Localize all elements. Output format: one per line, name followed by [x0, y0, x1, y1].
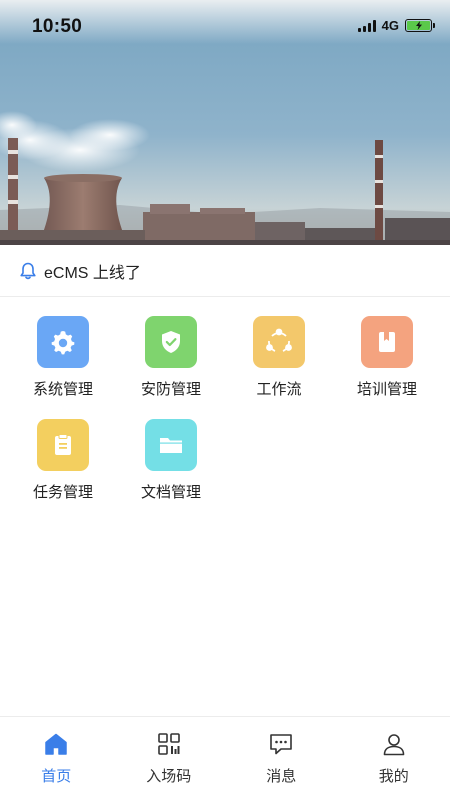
tab-label: 入场码	[146, 768, 192, 785]
signal-strength-icon	[357, 19, 376, 32]
module-label: 任务管理	[32, 484, 93, 501]
module-security-management[interactable]: 安防管理	[117, 316, 225, 399]
module-task-management[interactable]: 任务管理	[9, 419, 117, 502]
tab-entry-code[interactable]: 入场码	[113, 717, 226, 800]
module-label: 文档管理	[140, 484, 201, 501]
tab-label: 我的	[378, 768, 409, 785]
bell-icon	[18, 261, 38, 281]
qr-code-icon	[156, 731, 182, 757]
tab-profile[interactable]: 我的	[338, 717, 450, 800]
network-type: 4G	[381, 18, 399, 33]
module-grid: 系统管理 安防管理 工作流 培训管理 任务管理 文档管理	[0, 316, 450, 502]
module-label: 系统管理	[32, 381, 93, 398]
announcement-bar[interactable]: eCMS 上线了	[0, 245, 450, 297]
status-indicators: 4G	[357, 18, 435, 33]
status-bar: 10:50 4G	[0, 0, 450, 56]
charging-bolt-icon	[415, 21, 422, 30]
clipboard-icon	[37, 419, 89, 471]
user-icon	[381, 731, 407, 757]
book-icon	[361, 316, 413, 368]
battery-icon	[405, 19, 435, 32]
module-label: 培训管理	[356, 381, 417, 398]
module-label: 工作流	[256, 381, 302, 398]
status-time: 10:50	[32, 16, 83, 37]
tab-label: 首页	[41, 768, 72, 785]
module-document-management[interactable]: 文档管理	[117, 419, 225, 502]
shield-check-icon	[145, 316, 197, 368]
home-icon	[43, 731, 69, 757]
module-label: 安防管理	[140, 381, 201, 398]
tab-messages[interactable]: 消息	[225, 717, 338, 800]
tab-label: 消息	[266, 768, 297, 785]
module-system-management[interactable]: 系统管理	[9, 316, 117, 399]
message-icon	[268, 731, 294, 757]
module-training-management[interactable]: 培训管理	[333, 316, 441, 399]
gear-icon	[37, 316, 89, 368]
workflow-icon	[253, 316, 305, 368]
bottom-tab-bar: 首页 入场码 消息 我的	[0, 716, 450, 800]
announcement-text: eCMS 上线了	[44, 264, 141, 282]
module-workflow[interactable]: 工作流	[225, 316, 333, 399]
tab-home[interactable]: 首页	[0, 717, 113, 800]
folder-icon	[145, 419, 197, 471]
battery-level	[407, 21, 430, 30]
